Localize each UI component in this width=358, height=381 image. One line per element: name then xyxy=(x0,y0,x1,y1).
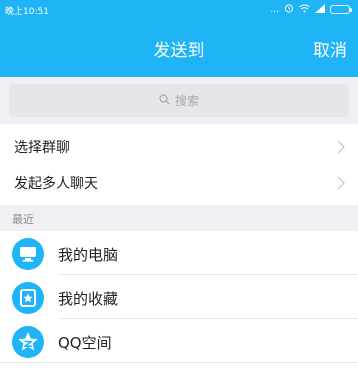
page-title: 发送到 xyxy=(153,41,205,61)
recent-label: QQ空间 xyxy=(58,334,112,352)
qzone-star-icon xyxy=(12,326,44,358)
start-multi-chat-row[interactable]: 发起多人聊天 xyxy=(0,160,358,206)
recent-item-qzone[interactable]: QQ空间 xyxy=(0,319,358,362)
status-dots: ... xyxy=(270,4,279,15)
row-label: 发起多人聊天 xyxy=(14,176,98,192)
chevron-right-icon xyxy=(337,175,345,194)
search-input[interactable]: 搜索 xyxy=(9,84,349,117)
battery-icon xyxy=(330,5,352,14)
status-bar: 晚上10:51 ... xyxy=(0,0,358,20)
favorites-icon xyxy=(12,282,44,314)
recent-section-header: 最近 xyxy=(0,205,358,231)
status-time: 晚上10:51 xyxy=(5,7,49,17)
section-label: 最近 xyxy=(12,213,34,226)
status-icons: ... xyxy=(270,3,352,16)
search-icon xyxy=(159,93,170,108)
search-placeholder: 搜索 xyxy=(174,94,199,108)
recent-item-my-computer[interactable]: 我的电脑 xyxy=(0,231,358,274)
row-divider xyxy=(0,362,358,363)
recent-item-my-favorites[interactable]: 我的收藏 xyxy=(0,275,358,318)
recent-label: 我的电脑 xyxy=(58,246,119,264)
search-area: 搜索 xyxy=(0,77,358,124)
signal-icon xyxy=(315,3,325,16)
row-label: 选择群聊 xyxy=(14,140,70,156)
cancel-button[interactable]: 取消 xyxy=(313,36,347,61)
computer-icon xyxy=(12,238,44,270)
wifi-icon xyxy=(299,4,310,16)
alarm-icon xyxy=(284,3,294,16)
top-bar: 晚上10:51 ... 发送到 取消 xyxy=(0,0,358,77)
recent-label: 我的收藏 xyxy=(58,290,119,308)
chevron-right-icon xyxy=(337,139,345,158)
